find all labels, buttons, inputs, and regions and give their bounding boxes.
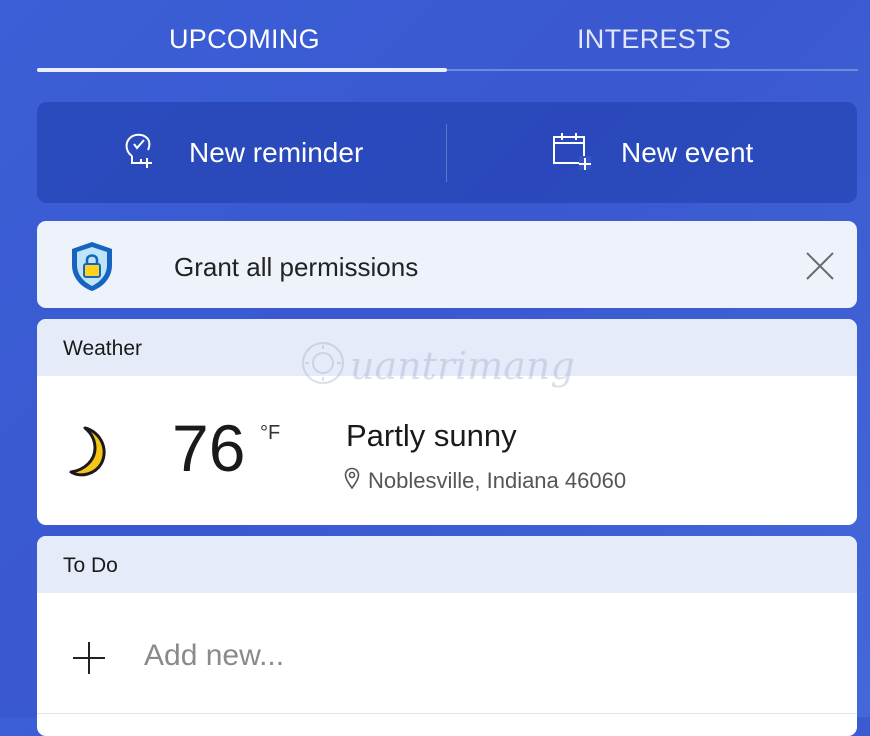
watermark: uantrimang bbox=[300, 340, 575, 391]
quick-actions-bar: New reminder New event bbox=[37, 102, 857, 203]
moon-icon bbox=[67, 424, 115, 485]
todo-divider bbox=[37, 713, 857, 714]
tab-interests[interactable]: INTERESTS bbox=[577, 24, 731, 55]
reminder-bulb-plus-icon bbox=[117, 128, 161, 177]
calendar-plus-icon bbox=[549, 128, 593, 177]
todo-card: To Do Add new... bbox=[37, 536, 857, 736]
action-divider bbox=[446, 124, 447, 182]
watermark-logo-icon bbox=[300, 340, 346, 391]
add-new-placeholder: Add new... bbox=[144, 639, 285, 672]
weather-location: Noblesville, Indiana 46060 bbox=[344, 467, 626, 494]
temperature-value: 76 bbox=[172, 411, 246, 485]
new-event-label: New event bbox=[621, 136, 754, 168]
permissions-card[interactable]: Grant all permissions bbox=[37, 221, 857, 308]
new-reminder-label: New reminder bbox=[189, 136, 364, 168]
new-reminder-button[interactable]: New reminder bbox=[117, 102, 363, 203]
plus-icon bbox=[71, 640, 107, 681]
todo-card-header: To Do bbox=[37, 536, 857, 593]
shield-lock-icon bbox=[67, 239, 117, 298]
permissions-label: Grant all permissions bbox=[174, 252, 419, 282]
weather-condition: Partly sunny bbox=[346, 418, 517, 453]
new-event-button[interactable]: New event bbox=[549, 102, 753, 203]
temperature-unit: °F bbox=[260, 422, 281, 444]
tab-bar: UPCOMING INTERESTS bbox=[37, 0, 858, 72]
add-new-todo[interactable]: Add new... bbox=[37, 593, 857, 723]
todo-title: To Do bbox=[63, 554, 118, 577]
location-text: Noblesville, Indiana 46060 bbox=[368, 467, 627, 493]
close-icon[interactable] bbox=[805, 251, 835, 286]
tab-active-indicator bbox=[37, 68, 447, 72]
location-pin-icon bbox=[344, 467, 360, 494]
watermark-text: uantrimang bbox=[350, 343, 575, 388]
weather-title: Weather bbox=[63, 337, 142, 360]
tab-upcoming[interactable]: UPCOMING bbox=[169, 24, 320, 55]
